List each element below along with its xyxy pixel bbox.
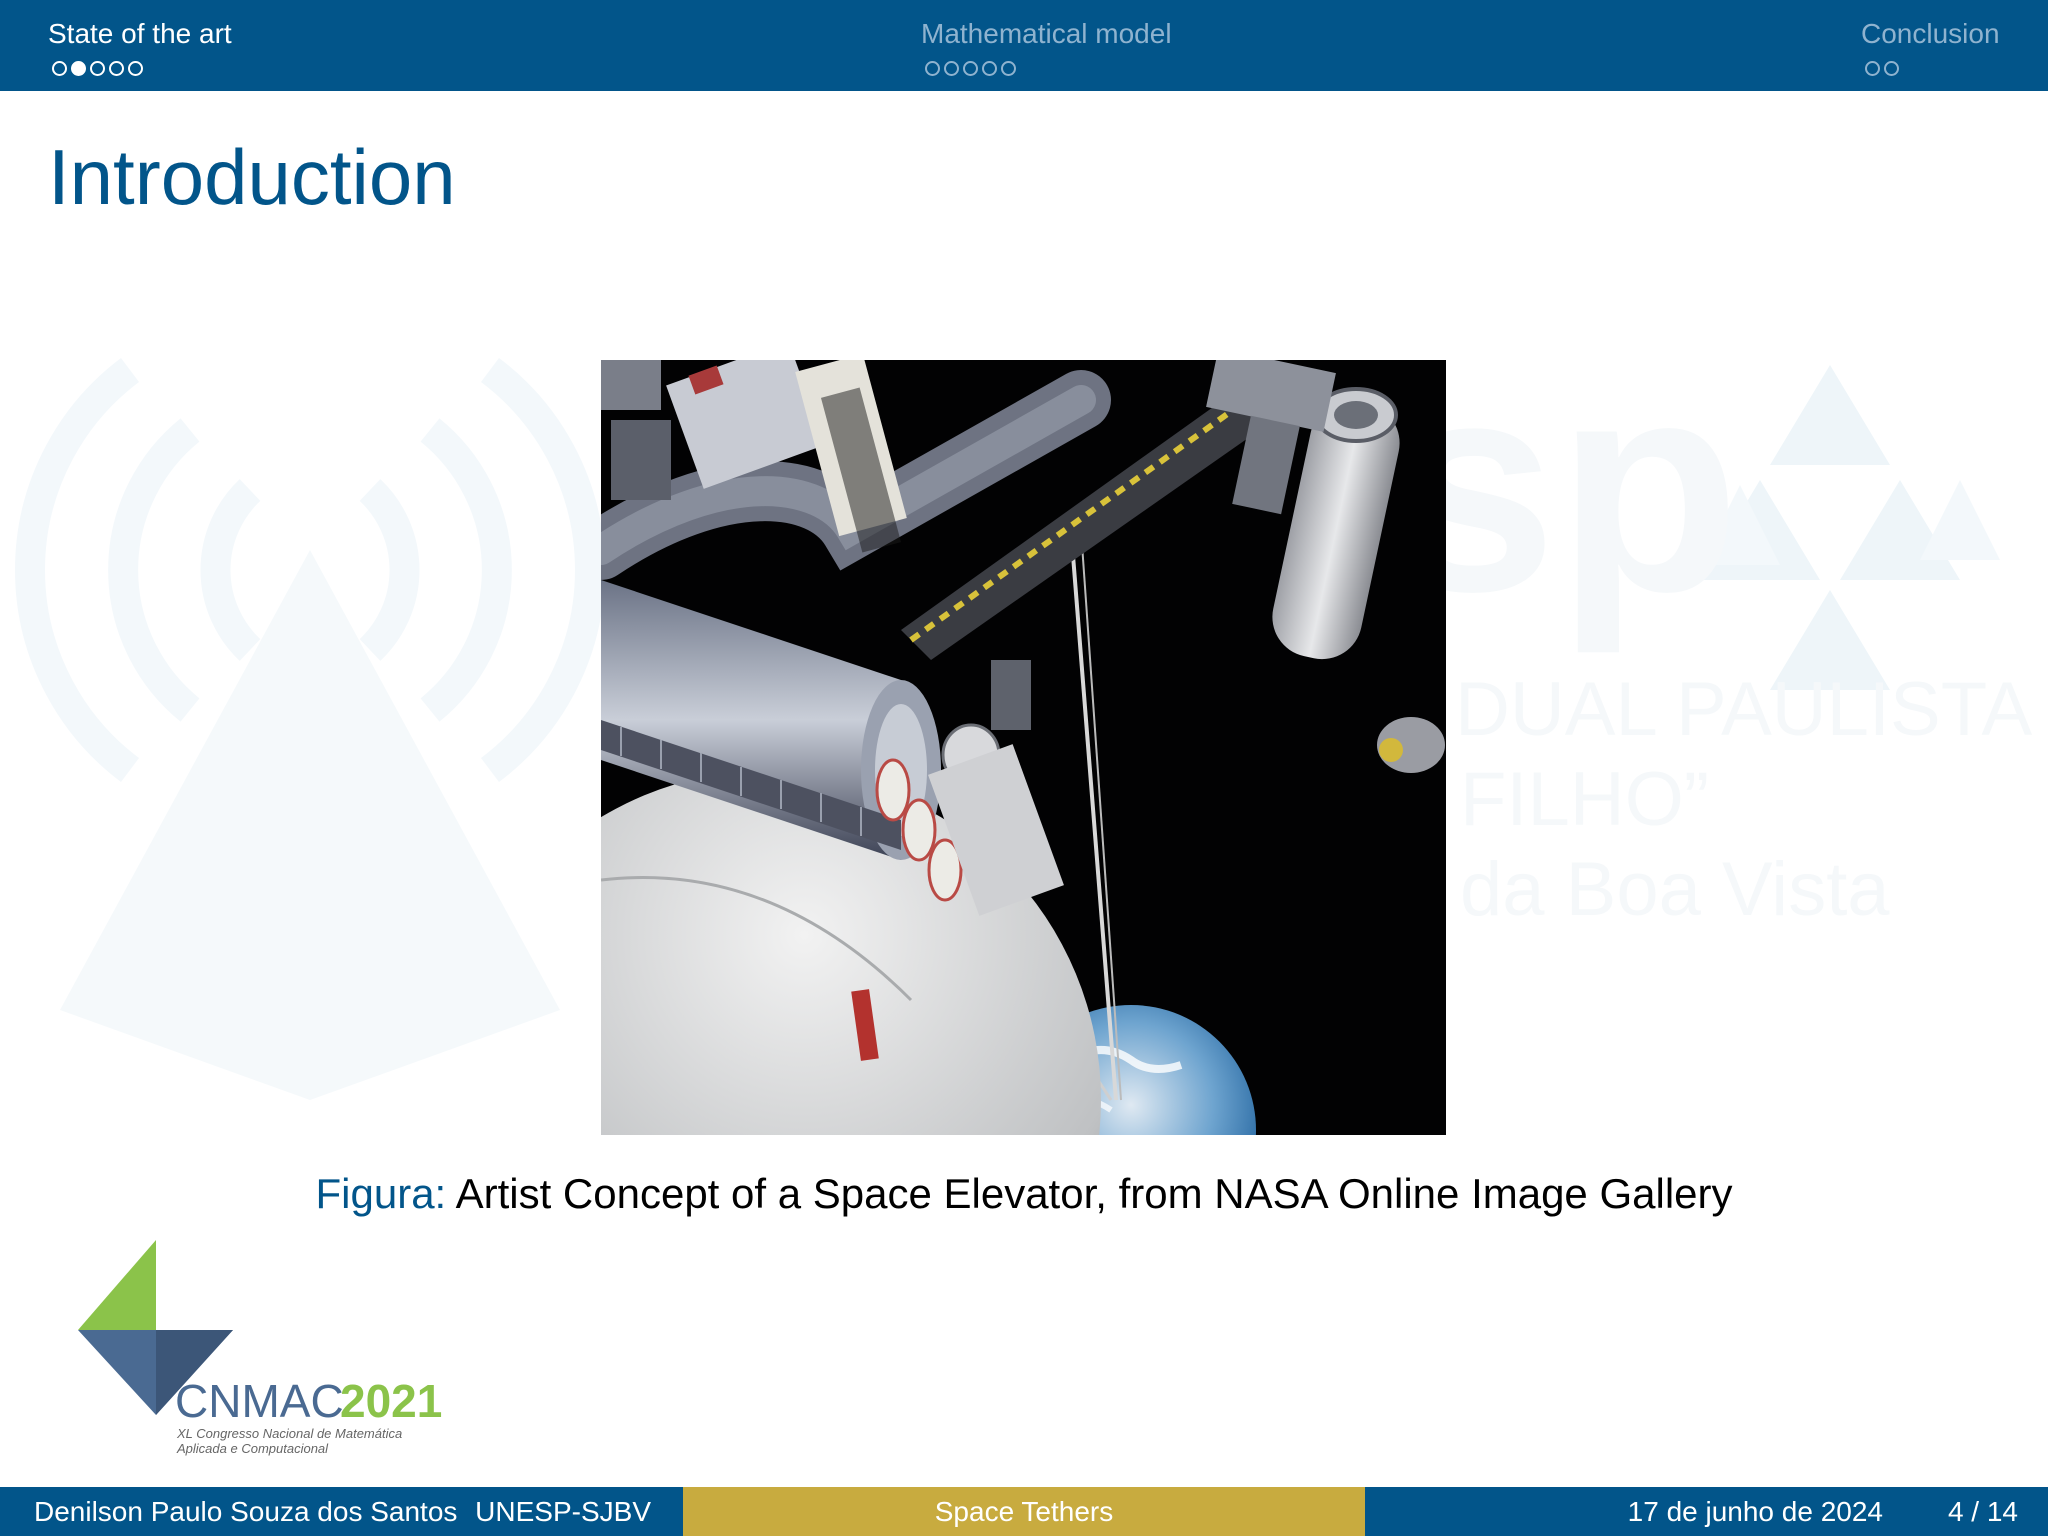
- slide-footer: Denilson Paulo Souza dos Santos UNESP-SJ…: [0, 1487, 2048, 1536]
- space-elevator-image: [601, 360, 1446, 1135]
- nav-dot-frame-3[interactable]: [90, 61, 105, 76]
- section-navigation-bar: State of the art Mathematical model Conc…: [0, 0, 2048, 91]
- nav-dot-frame-current[interactable]: [71, 61, 86, 76]
- nav-section-conclusion[interactable]: Conclusion: [1861, 18, 2000, 50]
- logo-subtitle-line-2: Aplicada e Computacional: [176, 1441, 329, 1456]
- nav-section-state-of-the-art[interactable]: State of the art: [48, 18, 232, 50]
- logo-subtitle-line-1: XL Congresso Nacional de Matemática: [176, 1426, 402, 1441]
- nav-dot-frame[interactable]: [944, 61, 959, 76]
- nav-progress-dots-conclusion: [1865, 61, 1899, 76]
- nav-dot-frame-1[interactable]: [52, 61, 67, 76]
- figure-caption: Figura: Artist Concept of a Space Elevat…: [0, 1170, 2048, 1218]
- figure-caption-text: Artist Concept of a Space Elevator, from…: [455, 1170, 1733, 1217]
- figure-caption-label: Figura:: [315, 1170, 447, 1217]
- space-elevator-illustration: [601, 360, 1446, 1135]
- nav-section-mathematical-model[interactable]: Mathematical model: [921, 18, 1172, 50]
- slide-title: Introduction: [48, 133, 456, 221]
- footer-date-block: 17 de junho de 2024 4 / 14: [1365, 1487, 2048, 1536]
- logo-name-year: 2021: [340, 1375, 442, 1427]
- footer-author-block: Denilson Paulo Souza dos Santos UNESP-SJ…: [0, 1487, 683, 1536]
- footer-page-number: 4 / 14: [1947, 1496, 2018, 1527]
- nav-progress-dots-mathematical-model: [925, 61, 1016, 76]
- nav-dot-frame[interactable]: [982, 61, 997, 76]
- watermark-text-line-3: da Boa Vista: [1460, 847, 1890, 932]
- cnmac-2021-logo: CNMAC 2021 XL Congresso Nacional de Mate…: [78, 1240, 442, 1456]
- nav-dot-frame[interactable]: [963, 61, 978, 76]
- footer-institution: UNESP-SJBV: [475, 1496, 651, 1527]
- nav-dot-frame-5[interactable]: [128, 61, 143, 76]
- footer-date: 17 de junho de 2024: [1627, 1496, 1883, 1527]
- footer-author: Denilson Paulo Souza dos Santos: [34, 1496, 458, 1527]
- logo-name-cnmac: CNMAC: [175, 1375, 344, 1427]
- watermark-text-line-2: FILHO”: [1460, 757, 1709, 842]
- watermark-text-line-1: DUAL PAULISTA: [1455, 667, 2033, 752]
- footer-talk-title: Space Tethers: [683, 1487, 1365, 1536]
- nav-dot-frame-4[interactable]: [109, 61, 124, 76]
- nav-progress-dots-state-of-the-art: [52, 61, 143, 76]
- nav-dot-frame[interactable]: [1001, 61, 1016, 76]
- nav-dot-frame[interactable]: [925, 61, 940, 76]
- nav-dot-frame[interactable]: [1865, 61, 1880, 76]
- nav-dot-frame[interactable]: [1884, 61, 1899, 76]
